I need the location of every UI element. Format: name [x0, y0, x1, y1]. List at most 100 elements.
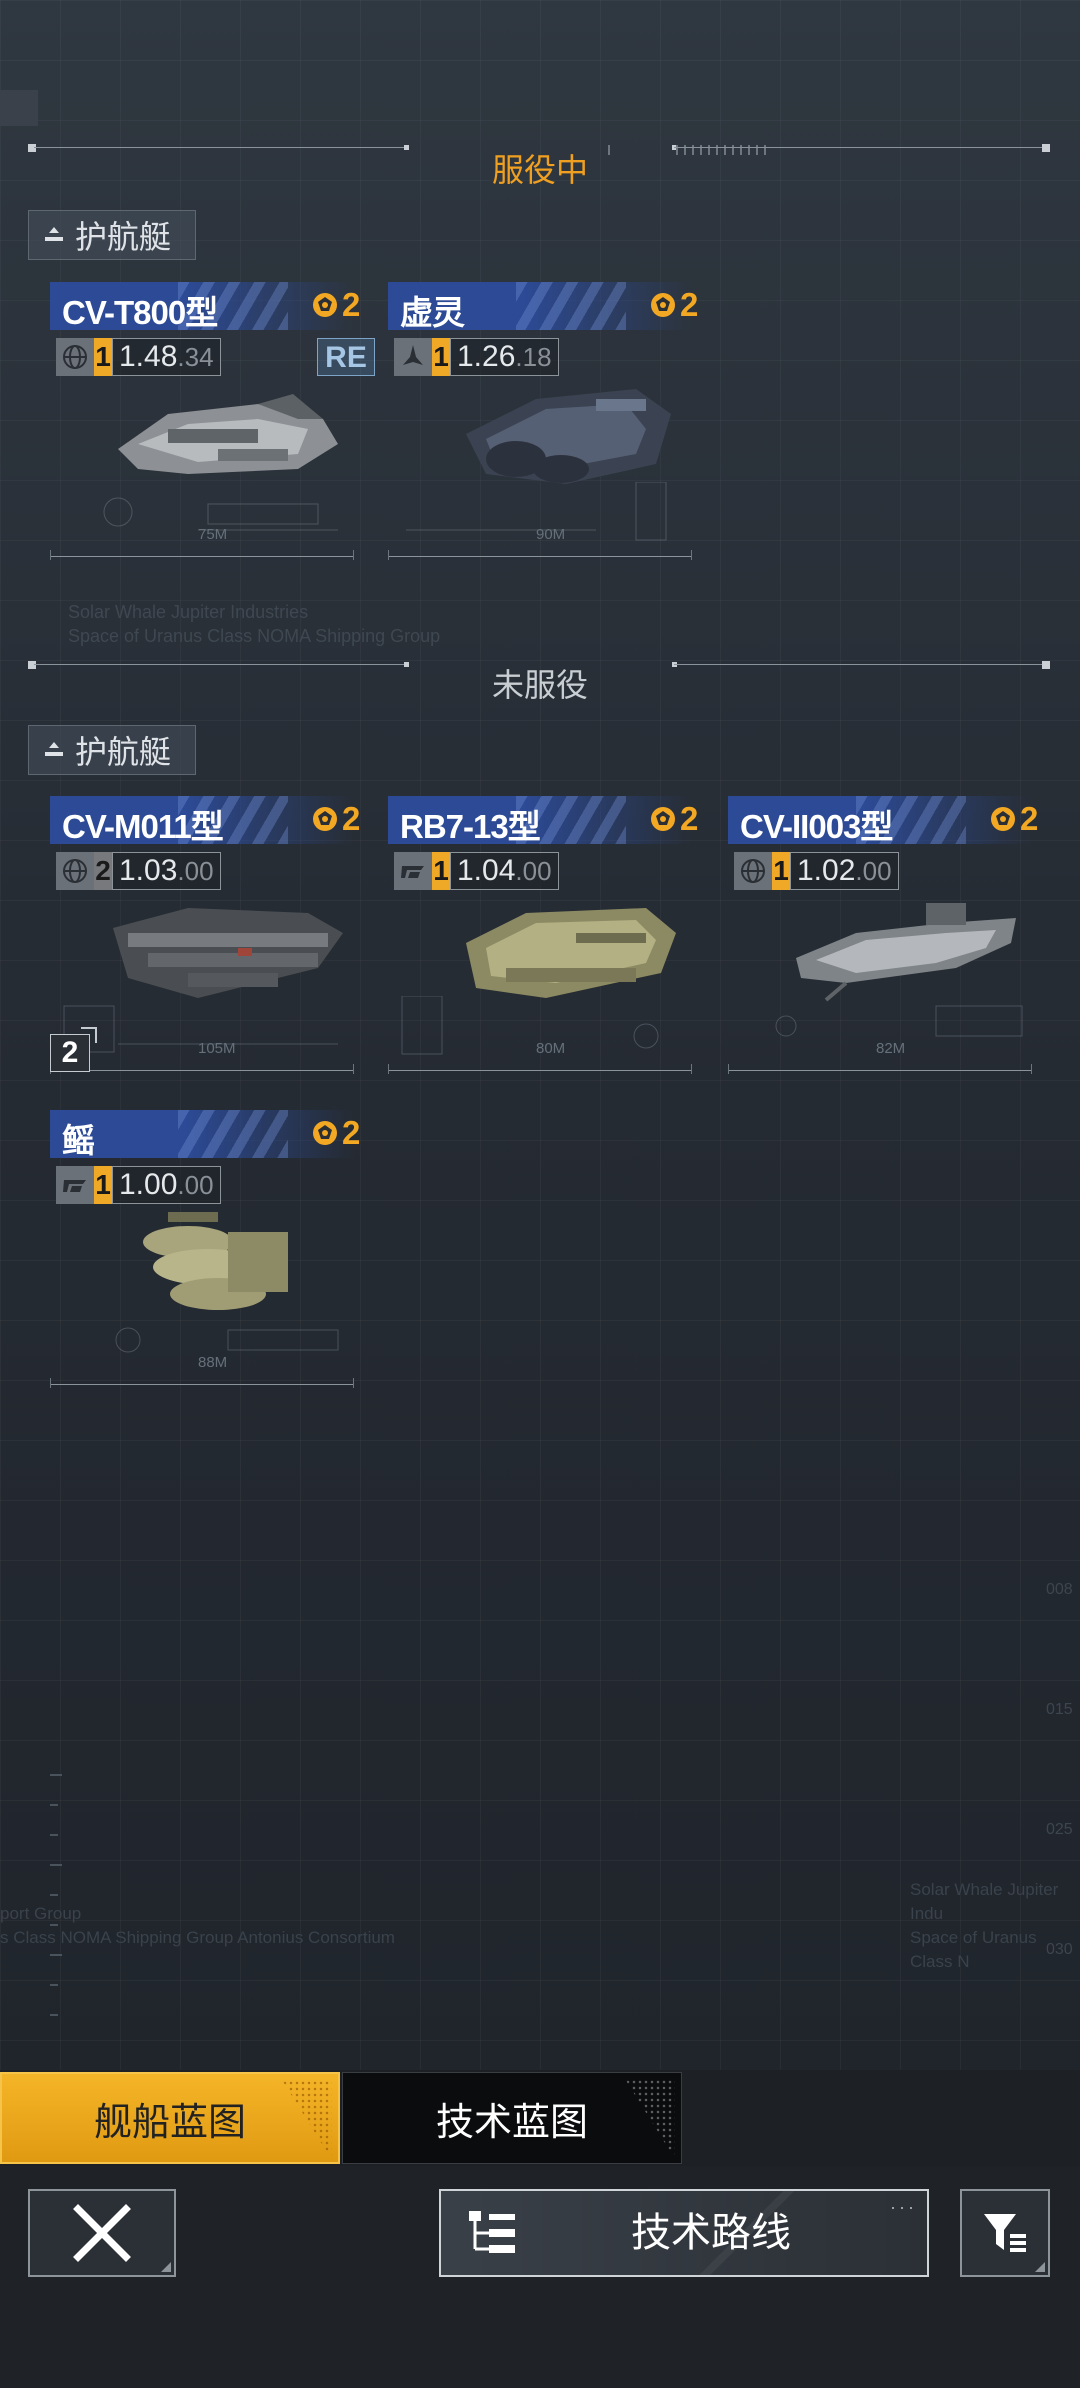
category-icon [45, 227, 63, 241]
rank-value: 2 [1020, 800, 1039, 837]
fighter-icon [394, 338, 432, 376]
rank-indicator: 2 [990, 800, 1038, 838]
ship-stats: 1 1.26.18 [394, 338, 559, 376]
ship-card-cv-t800[interactable]: CV-T800型 2 1 1.48.34 75M [28, 282, 360, 582]
ship-card-rb7-13[interactable]: RB7-13型 2 1 1.04.00 80M [366, 796, 698, 1096]
rank-indicator: 2 [312, 1114, 360, 1152]
section-title-in-service: 服役中 [491, 152, 588, 188]
rating-main: 1.00 [119, 1168, 178, 1201]
ship-stats: 1 1.00.00 [56, 1166, 221, 1204]
category-escort-not-in-service[interactable]: 护航艇 [28, 725, 196, 775]
rank-indicator: 2 [312, 800, 360, 838]
ship-length: 82M [876, 1040, 906, 1057]
side-number: 008 [1046, 1581, 1073, 1598]
ship-image-rb7-13 [466, 908, 676, 998]
ship-stats: 2 1.03.00 [56, 852, 221, 890]
category-escort-in-service[interactable]: 护航艇 [28, 210, 196, 260]
more-dots: ··· [890, 2197, 917, 2217]
side-number: 025 [1046, 1821, 1073, 1838]
filter-icon [984, 2214, 1026, 2252]
rank-indicator: 2 [312, 286, 360, 324]
ship-image-cv-ii003 [796, 903, 1016, 1002]
ship-length: 105M [198, 1040, 236, 1057]
section-title-not-in-service: 未服役 [491, 667, 588, 703]
side-number: 015 [1046, 1701, 1073, 1718]
rating-sub: 18 [522, 342, 552, 372]
close-icon [73, 2204, 131, 2262]
tech-tree-icon [469, 2211, 515, 2253]
ship-image-xuling [466, 389, 671, 484]
length-scale [388, 550, 692, 560]
length-scale [50, 1378, 354, 1388]
ship-level: 1 [432, 852, 450, 890]
rank-icon [313, 1121, 337, 1145]
ship-card-xuling[interactable]: 虚灵 2 1 1.26.18 90M [366, 282, 698, 582]
rating-sub: 00 [862, 856, 892, 886]
name-bar-stripes [178, 1110, 288, 1158]
ship-length: 90M [536, 526, 566, 543]
tab-ship-blueprint[interactable]: 舰船蓝图 [0, 2072, 340, 2164]
watermark-line: Solar Whale Jupiter Industries [68, 602, 309, 622]
rating-main: 1.02 [797, 854, 856, 887]
length-scale [50, 550, 354, 560]
ship-rating: 1.04.00 [450, 852, 559, 890]
owned-count-badge: 2 [50, 1027, 97, 1072]
side-ruler [50, 1774, 62, 2016]
globe-icon [56, 852, 94, 890]
category-icon [45, 742, 63, 756]
tab-tech-blueprint[interactable]: 技术蓝图 [342, 2072, 682, 2164]
rank-value: 2 [342, 800, 361, 837]
ship-name: CV-II003型 [740, 808, 893, 845]
rank-indicator: 2 [650, 800, 698, 838]
ship-image-cv-m011 [113, 908, 343, 998]
rating-main: 1.26 [457, 340, 516, 373]
ship-rating: 1.00.00 [112, 1166, 221, 1204]
ship-level: 1 [772, 852, 790, 890]
side-number: 030 [1046, 1941, 1073, 1958]
ship-card-cv-ii003[interactable]: CV-II003型 2 1 1.02.00 82M [706, 796, 1038, 1096]
length-scale [50, 1064, 354, 1074]
watermark-text: Solar Whale Jupiter Industries Space of … [68, 600, 440, 648]
rank-value: 2 [680, 286, 699, 323]
tab-dot-pattern [625, 2079, 675, 2159]
ship-length: 75M [198, 526, 228, 543]
ship-stats: 1 1.48.34 [56, 338, 221, 376]
brand-icon [394, 852, 432, 890]
tab-label: 舰船蓝图 [93, 2101, 246, 2144]
close-button[interactable] [28, 2189, 176, 2277]
filter-button[interactable] [960, 2189, 1050, 2277]
globe-icon [56, 338, 94, 376]
rating-sub: 34 [184, 342, 214, 372]
ship-stats: 1 1.02.00 [734, 852, 899, 890]
ship-name: CV-M011型 [62, 808, 224, 845]
ship-name: 虚灵 [400, 294, 465, 331]
rating-sub: 00 [184, 856, 214, 886]
rank-value: 2 [342, 286, 361, 323]
rank-icon [991, 807, 1015, 831]
ship-name: CV-T800型 [62, 294, 218, 331]
rating-main: 1.48 [119, 340, 178, 373]
ship-name: 鳐 [62, 1122, 95, 1159]
ship-card-yao[interactable]: 鳐 2 1 1.00.00 88M [28, 1110, 360, 1410]
corner-marker [0, 90, 38, 126]
tab-label: 技术蓝图 [435, 2101, 588, 2144]
watermark-line: Solar Whale Jupiter Indu [910, 1880, 1059, 1923]
tech-route-label: 技术路线 [631, 2211, 791, 2255]
ship-rating: 1.02.00 [790, 852, 899, 890]
rating-sub: 00 [522, 856, 552, 886]
category-label: 护航艇 [75, 219, 172, 255]
ship-length: 80M [536, 1040, 566, 1057]
rating-main: 1.04 [457, 854, 516, 887]
tech-route-button[interactable]: 技术路线 ··· [439, 2189, 929, 2277]
ship-stats: 1 1.04.00 [394, 852, 559, 890]
rank-value: 2 [342, 1114, 361, 1151]
rank-icon [313, 807, 337, 831]
ship-rating: 1.48.34 [112, 338, 221, 376]
ship-level: 1 [432, 338, 450, 376]
length-scale [728, 1064, 1032, 1074]
rank-value: 2 [680, 800, 699, 837]
ship-rating: 1.03.00 [112, 852, 221, 890]
rating-sub: 00 [184, 1170, 214, 1200]
name-bar-stripes [516, 282, 626, 330]
rank-icon [313, 293, 337, 317]
